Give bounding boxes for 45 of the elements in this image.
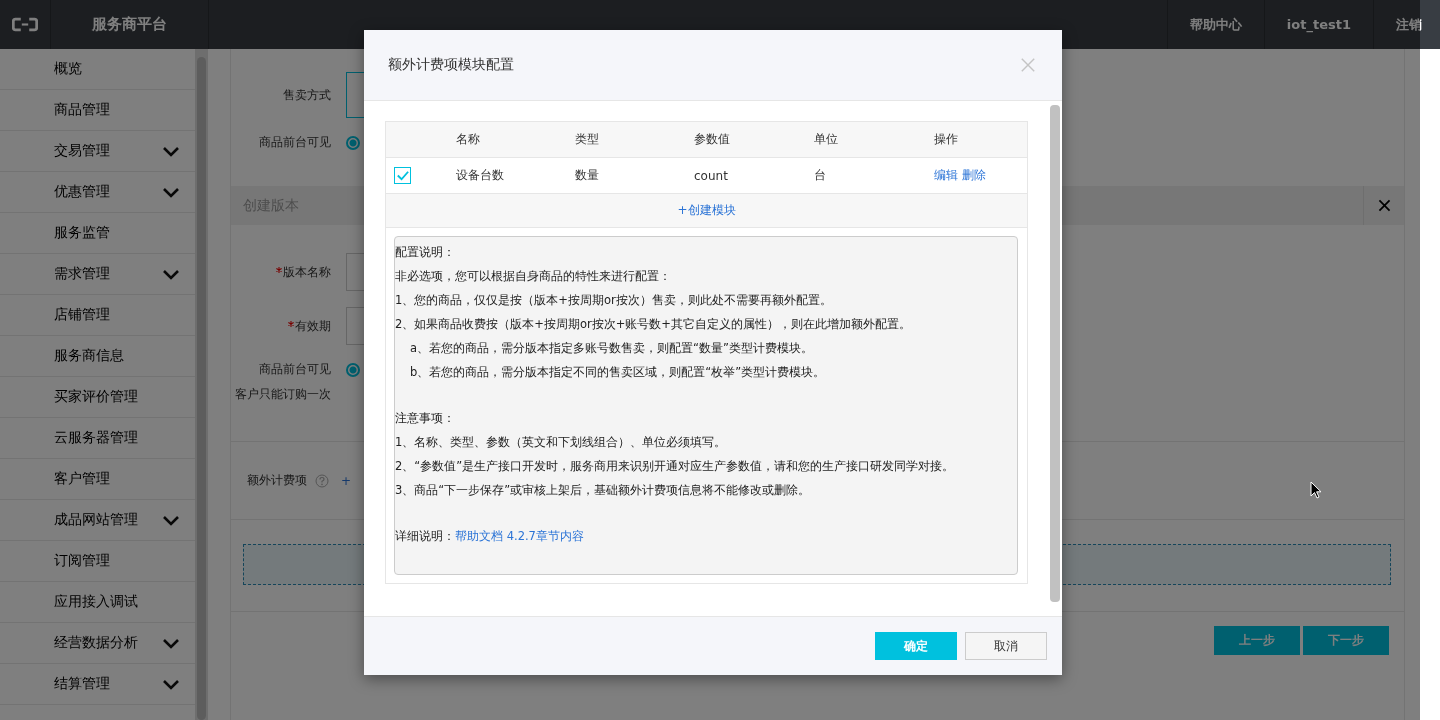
notes-line: a、若您的商品，需分版本指定多账号数售卖，则配置“数量”类型计费模块。 — [410, 340, 814, 357]
column-header: 参数值 — [693, 122, 813, 158]
notes-heading: 注意事项： — [395, 410, 456, 427]
notes-line: 2、“参数值”是生产接口开发时，服务商用来识别开通对应生产参数值，请和您的生产接口研发同学对接。 — [395, 458, 956, 475]
add-link[interactable]: + — [341, 473, 352, 488]
dialog-title: 额外计费项模块配置 — [388, 56, 514, 74]
notes-line: 2、如果商品收费按（版本+按周期or按次+账号数+其它自定义的属性），则在此增加额外配置。 — [395, 316, 912, 333]
create-module-link[interactable]: +创建模块 — [677, 202, 736, 219]
notes-line: b、若您的商品，需分版本指定不同的售卖区域，则配置“枚举”类型计费模块。 — [410, 364, 827, 381]
close-button[interactable] — [1020, 57, 1036, 73]
notes-line: 非必选项，您可以根据自身商品的特性来进行配置： — [395, 268, 672, 285]
table-cell: 设备台数 — [456, 168, 504, 182]
notes-line: 3、商品“下一步保存”或审核上架后，基础额外计费项信息将不能修改或删除。 — [395, 482, 812, 499]
column-header: 单位 — [813, 122, 933, 158]
logo-icon — [12, 16, 38, 33]
close-icon — [1377, 199, 1391, 212]
field-label: 商品前台可见 — [258, 134, 331, 151]
action-link[interactable]: 编辑 — [934, 168, 958, 182]
scrollbar-thumb[interactable] — [1050, 105, 1060, 602]
notes-heading: 配置说明： — [395, 244, 456, 261]
field-label: 版本名称 — [283, 263, 331, 281]
notes-line: 1、名称、类型、参数（英文和下划线组合）、单位必须填写。 — [395, 434, 728, 451]
checkmark-icon — [395, 168, 410, 183]
cancel-button[interactable]: 取消 — [965, 632, 1047, 660]
radio-button[interactable] — [346, 135, 360, 150]
field-label: 商品前台可见 — [258, 361, 331, 378]
help-icon — [315, 473, 329, 488]
column-header: 名称 — [455, 122, 574, 158]
column-header: 类型 — [574, 122, 693, 158]
detail-label: 详细说明： — [395, 529, 455, 543]
field-label: 售卖方式 — [282, 86, 331, 104]
table-cell: 台 — [814, 168, 826, 182]
radio-button[interactable] — [346, 362, 360, 377]
table-cell: count — [694, 168, 728, 183]
field-label: 客户只能订购一次 — [234, 386, 331, 403]
close-icon — [1020, 57, 1036, 73]
field-label: 额外计费项 — [247, 472, 307, 489]
notes-line: 1、您的商品，仅仅是按（版本+按周期or按次）售卖，则此处不需要再额外配置。 — [395, 292, 833, 309]
action-link[interactable]: 删除 — [962, 168, 986, 182]
checkbox[interactable] — [394, 167, 411, 184]
table-cell: 数量 — [575, 168, 599, 182]
field-label: 有效期 — [295, 317, 331, 335]
column-header: 操作 — [933, 122, 1027, 158]
mouse-cursor-icon — [1310, 481, 1322, 499]
help-doc-link[interactable]: 帮助文档 4.2.7章节内容 — [455, 529, 584, 543]
